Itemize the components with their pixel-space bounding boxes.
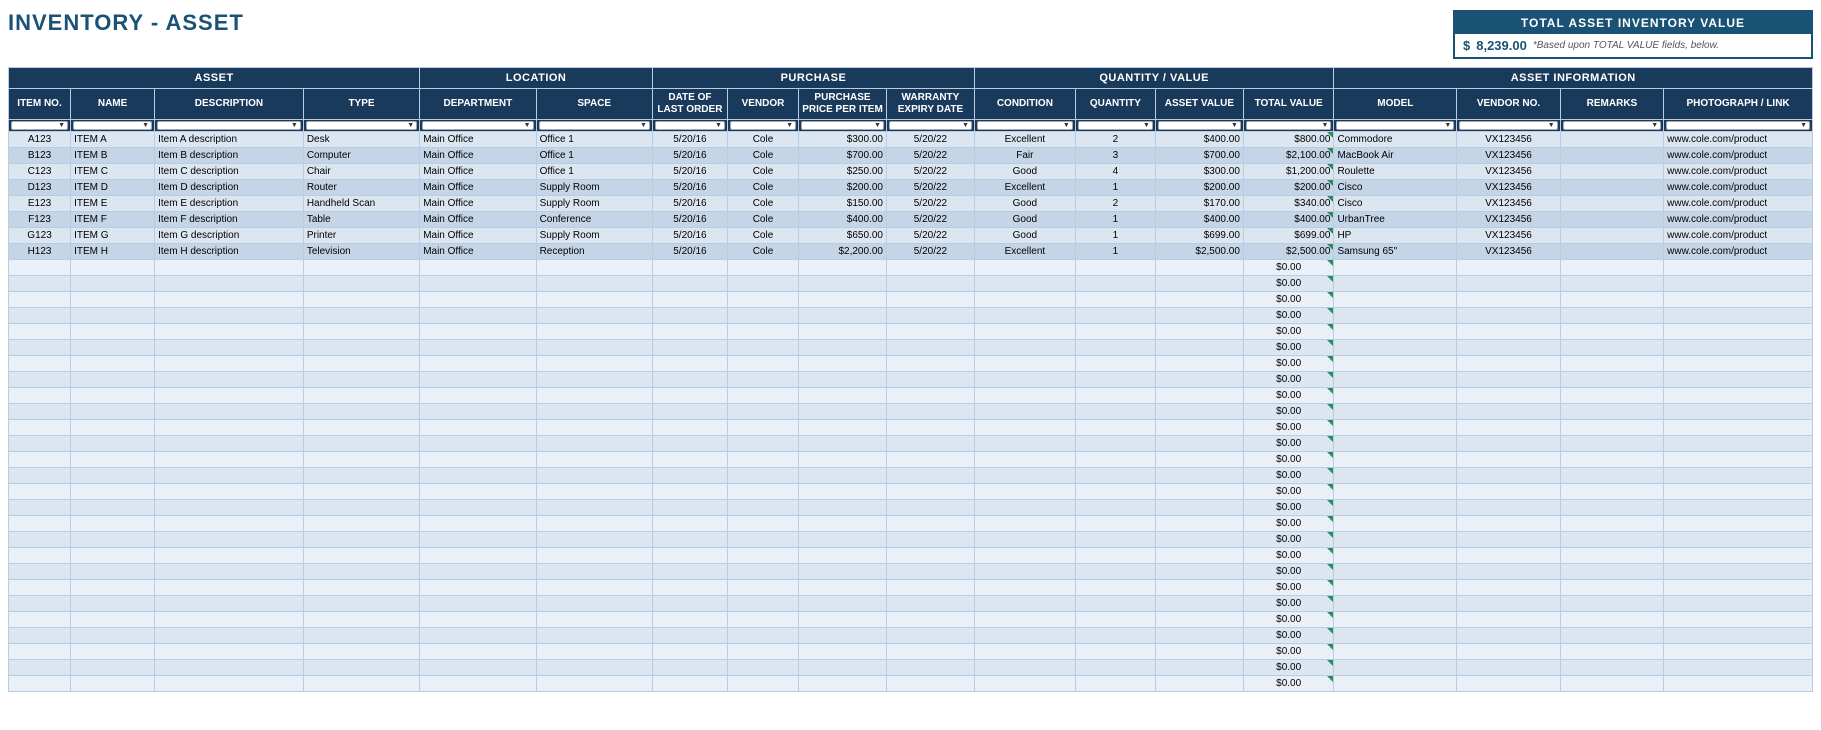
filter-dept[interactable]: ▼ xyxy=(420,120,536,132)
col-quantity: QUANTITY xyxy=(1075,89,1155,120)
empty-row: $0.00 xyxy=(9,372,1813,388)
empty-row: $0.00 xyxy=(9,564,1813,580)
empty-row: $0.00 xyxy=(9,612,1813,628)
empty-row: $0.00 xyxy=(9,340,1813,356)
filter-qty[interactable]: ▼ xyxy=(1075,120,1155,132)
group-qty-value: QUANTITY / VALUE xyxy=(974,68,1334,89)
col-vendor: VENDOR xyxy=(727,89,798,120)
dollar-sign: $ xyxy=(1463,38,1470,53)
filter-warranty[interactable]: ▼ xyxy=(886,120,974,132)
empty-row: $0.00 xyxy=(9,468,1813,484)
col-total-value: TOTAL VALUE xyxy=(1243,89,1334,120)
filter-remarks[interactable]: ▼ xyxy=(1560,120,1663,132)
filter-row: ▼ ▼ ▼ ▼ ▼ ▼ ▼ ▼ ▼ ▼ ▼ ▼ ▼ ▼ ▼ ▼ ▼ ▼ xyxy=(9,120,1813,132)
page-title: INVENTORY - ASSET xyxy=(8,10,244,36)
filter-vendor[interactable]: ▼ xyxy=(727,120,798,132)
col-remarks: REMARKS xyxy=(1560,89,1663,120)
empty-row: $0.00 xyxy=(9,436,1813,452)
filter-price[interactable]: ▼ xyxy=(799,120,887,132)
empty-row: $0.00 xyxy=(9,260,1813,276)
col-type: TYPE xyxy=(303,89,419,120)
col-warranty-expiry: WARRANTY EXPIRY DATE xyxy=(886,89,974,120)
total-box-value: $ 8,239.00 *Based upon TOTAL VALUE field… xyxy=(1455,34,1811,57)
empty-row: $0.00 xyxy=(9,276,1813,292)
empty-row: $0.00 xyxy=(9,324,1813,340)
col-condition: CONDITION xyxy=(974,89,1075,120)
empty-row: $0.00 xyxy=(9,596,1813,612)
empty-row: $0.00 xyxy=(9,580,1813,596)
table-row: D123ITEM DItem D descriptionRouterMain O… xyxy=(9,180,1813,196)
group-asset-info: ASSET INFORMATION xyxy=(1334,68,1813,89)
col-name: NAME xyxy=(71,89,155,120)
group-purchase: PURCHASE xyxy=(652,68,974,89)
empty-row: $0.00 xyxy=(9,516,1813,532)
filter-item-no[interactable]: ▼ xyxy=(9,120,71,132)
table-row: C123ITEM CItem C descriptionChairMain Of… xyxy=(9,164,1813,180)
empty-row: $0.00 xyxy=(9,308,1813,324)
empty-row: $0.00 xyxy=(9,500,1813,516)
top-section: INVENTORY - ASSET TOTAL ASSET INVENTORY … xyxy=(8,10,1813,59)
col-asset-value: ASSET VALUE xyxy=(1155,89,1243,120)
col-space: SPACE xyxy=(536,89,652,120)
total-note: *Based upon TOTAL VALUE fields, below. xyxy=(1533,40,1719,51)
col-photo-link: PHOTOGRAPH / LINK xyxy=(1664,89,1813,120)
table-row: A123ITEM AItem A descriptionDeskMain Off… xyxy=(9,132,1813,148)
empty-row: $0.00 xyxy=(9,532,1813,548)
table-body: A123ITEM AItem A descriptionDeskMain Off… xyxy=(9,132,1813,692)
empty-row: $0.00 xyxy=(9,644,1813,660)
filter-date[interactable]: ▼ xyxy=(652,120,727,132)
filter-photo[interactable]: ▼ xyxy=(1664,120,1813,132)
col-description: DESCRIPTION xyxy=(155,89,304,120)
filter-space[interactable]: ▼ xyxy=(536,120,652,132)
empty-row: $0.00 xyxy=(9,484,1813,500)
empty-row: $0.00 xyxy=(9,388,1813,404)
filter-condition[interactable]: ▼ xyxy=(974,120,1075,132)
col-department: DEPARTMENT xyxy=(420,89,536,120)
table-row: B123ITEM BItem B descriptionComputerMain… xyxy=(9,148,1813,164)
total-box-header: TOTAL ASSET INVENTORY VALUE xyxy=(1455,12,1811,34)
table-row: E123ITEM EItem E descriptionHandheld Sca… xyxy=(9,196,1813,212)
total-amount: 8,239.00 xyxy=(1476,38,1527,53)
filter-name[interactable]: ▼ xyxy=(71,120,155,132)
col-vendor-no: VENDOR NO. xyxy=(1457,89,1560,120)
filter-total-val[interactable]: ▼ xyxy=(1243,120,1334,132)
empty-row: $0.00 xyxy=(9,628,1813,644)
inventory-table: ASSET LOCATION PURCHASE QUANTITY / VALUE… xyxy=(8,67,1813,692)
empty-row: $0.00 xyxy=(9,404,1813,420)
empty-row: $0.00 xyxy=(9,420,1813,436)
empty-row: $0.00 xyxy=(9,292,1813,308)
filter-vendor-no[interactable]: ▼ xyxy=(1457,120,1560,132)
empty-row: $0.00 xyxy=(9,660,1813,676)
group-asset: ASSET xyxy=(9,68,420,89)
table-row: H123ITEM HItem H descriptionTelevisionMa… xyxy=(9,244,1813,260)
filter-model[interactable]: ▼ xyxy=(1334,120,1457,132)
col-item-no: ITEM NO. xyxy=(9,89,71,120)
page-wrapper: INVENTORY - ASSET TOTAL ASSET INVENTORY … xyxy=(0,0,1821,696)
filter-asset-val[interactable]: ▼ xyxy=(1155,120,1243,132)
filter-type[interactable]: ▼ xyxy=(303,120,419,132)
table-row: G123ITEM GItem G descriptionPrinterMain … xyxy=(9,228,1813,244)
col-header-row: ITEM NO. NAME DESCRIPTION TYPE DEPARTMEN… xyxy=(9,89,1813,120)
group-header-row: ASSET LOCATION PURCHASE QUANTITY / VALUE… xyxy=(9,68,1813,89)
empty-row: $0.00 xyxy=(9,676,1813,692)
group-location: LOCATION xyxy=(420,68,653,89)
table-row: F123ITEM FItem F descriptionTableMain Of… xyxy=(9,212,1813,228)
empty-row: $0.00 xyxy=(9,548,1813,564)
empty-row: $0.00 xyxy=(9,356,1813,372)
empty-row: $0.00 xyxy=(9,452,1813,468)
col-date-last-order: DATE OF LAST ORDER xyxy=(652,89,727,120)
total-box: TOTAL ASSET INVENTORY VALUE $ 8,239.00 *… xyxy=(1453,10,1813,59)
col-model: MODEL xyxy=(1334,89,1457,120)
col-purchase-price: PURCHASE PRICE PER ITEM xyxy=(799,89,887,120)
filter-desc[interactable]: ▼ xyxy=(155,120,304,132)
